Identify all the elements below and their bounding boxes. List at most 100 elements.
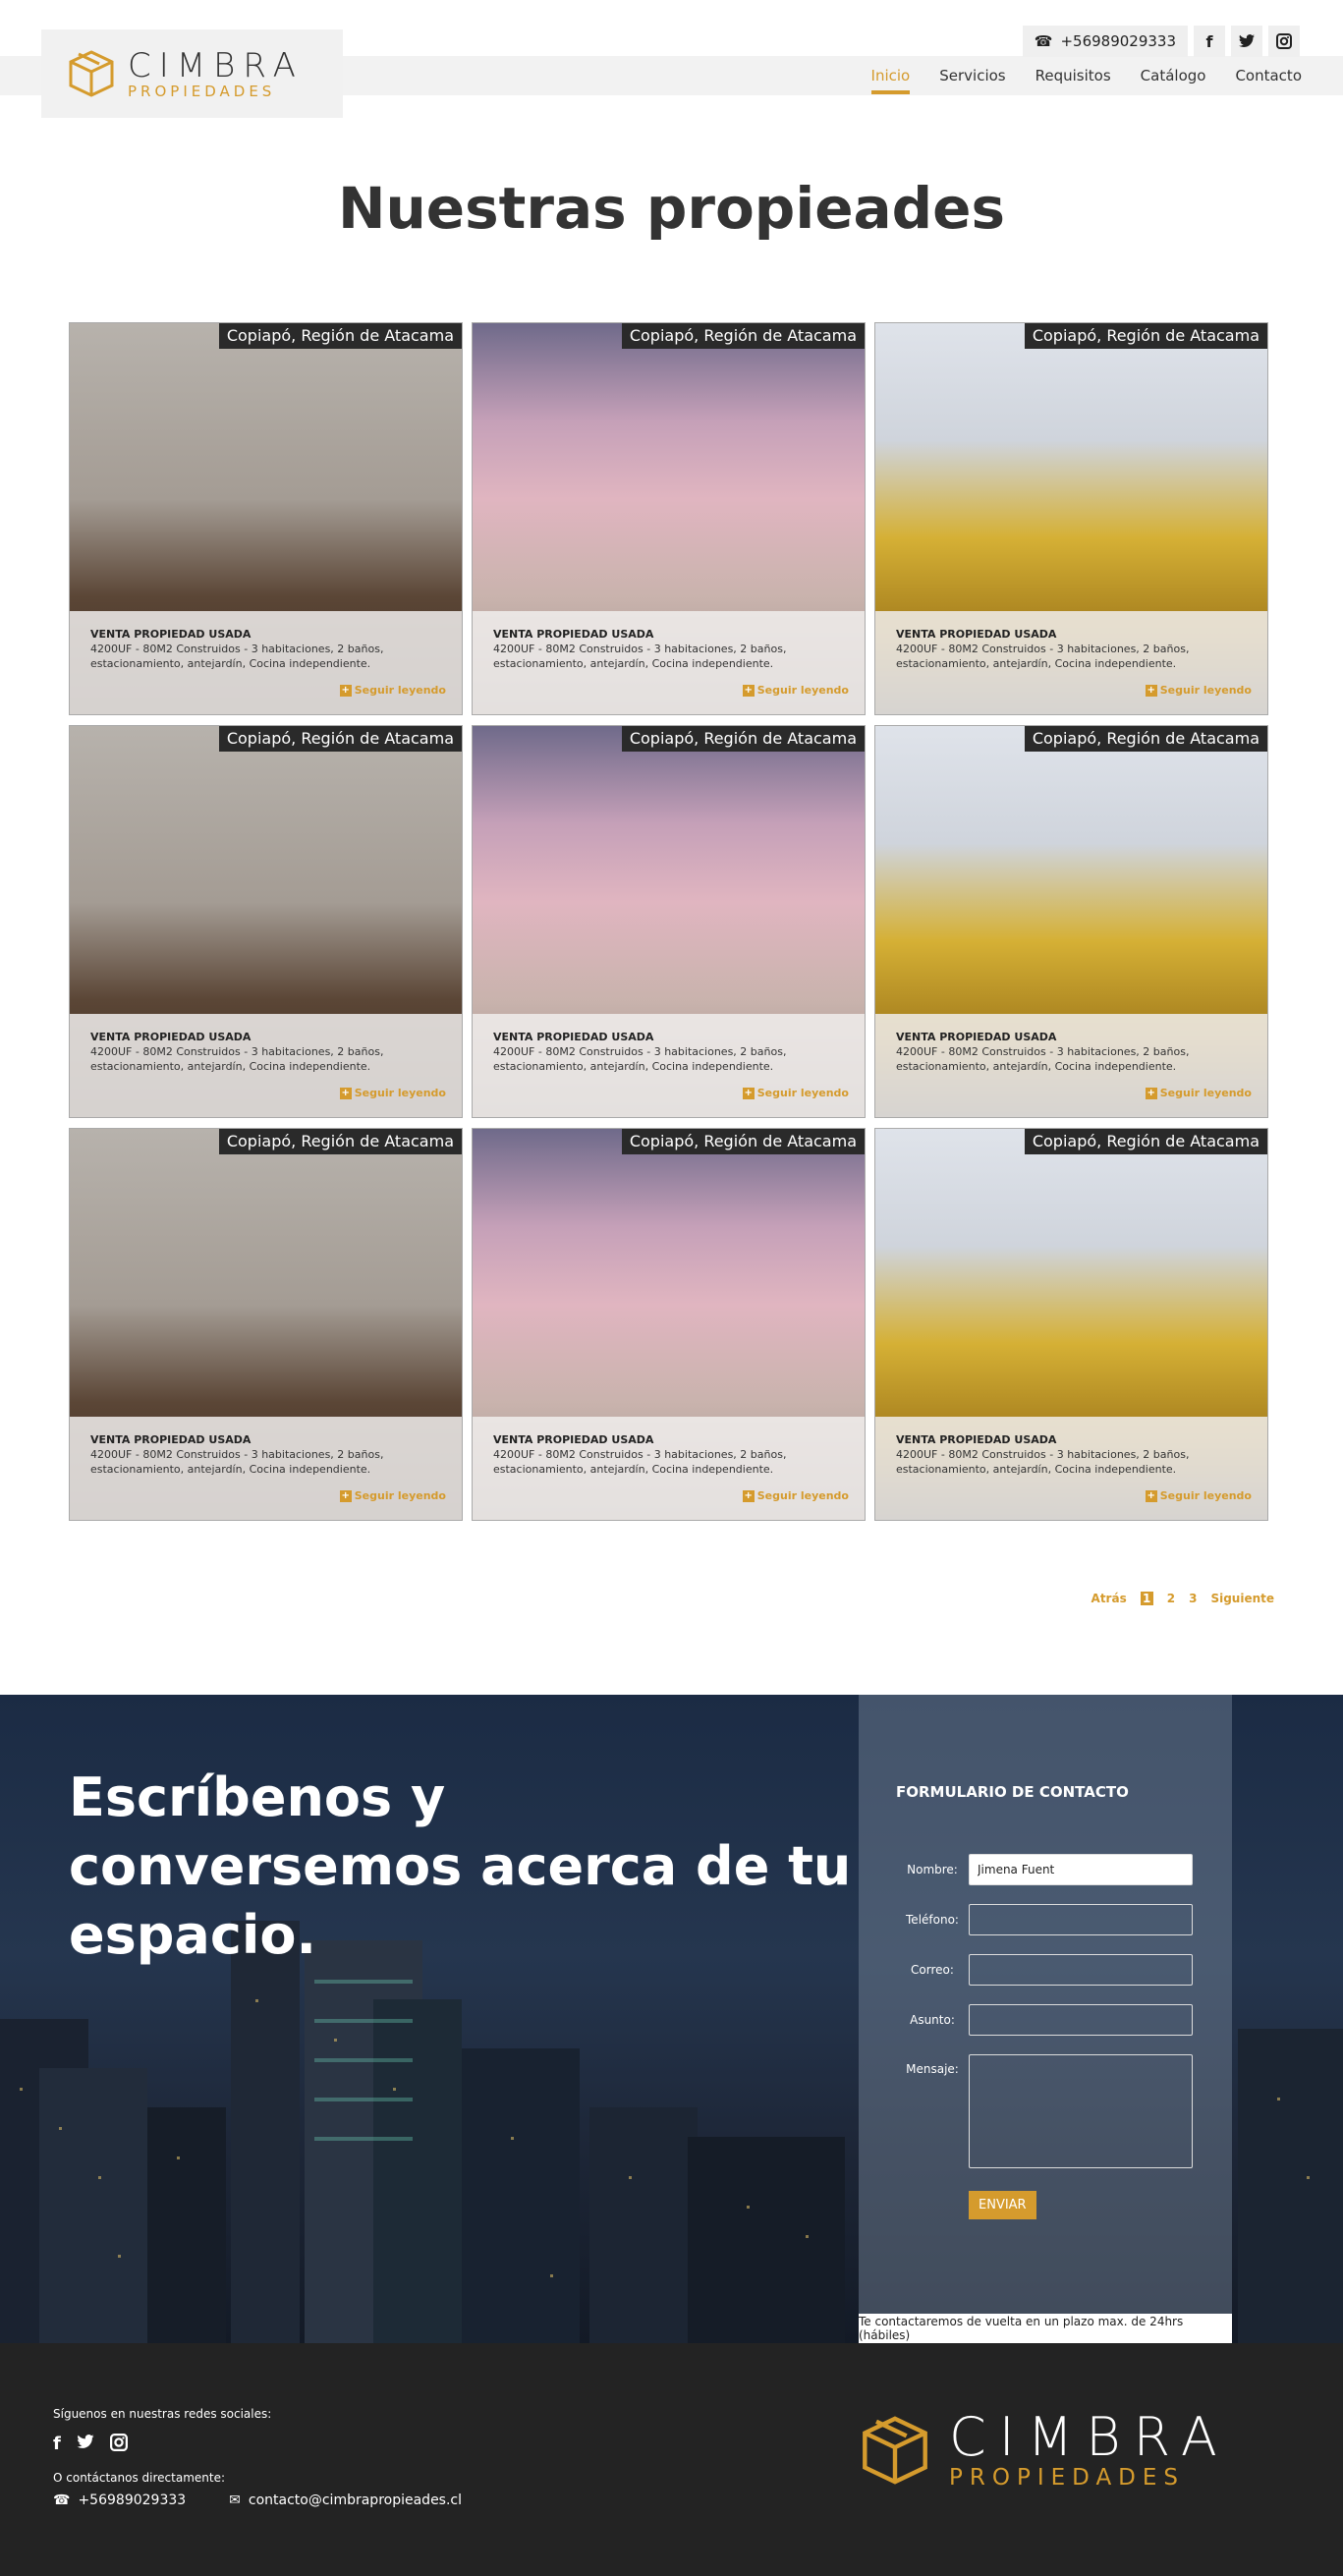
instagram-icon[interactable]	[1268, 26, 1300, 57]
pager-page-1[interactable]: 1	[1140, 1592, 1153, 1605]
header-phone-text: +56989029333	[1060, 32, 1176, 50]
logo-box-icon	[69, 50, 114, 97]
pager-prev[interactable]: Atrás	[1091, 1592, 1127, 1605]
read-more-link[interactable]: + Seguir leyendo	[1145, 1087, 1252, 1099]
direct-contact-text: O contáctanos directamente:	[53, 2471, 226, 2485]
read-more-link[interactable]: + Seguir leyendo	[339, 1087, 446, 1099]
property-card[interactable]: Copiapó, Región de Atacama VENTA PROPIED…	[472, 725, 866, 1118]
property-description: 4200UF - 80M2 Construidos - 3 habitacion…	[493, 1045, 787, 1073]
footer-contacts: ☎ +56989029333 ✉ contacto@cimbrapropiead…	[53, 2492, 462, 2508]
main-nav: Inicio Servicios Requisitos Catálogo Con…	[870, 67, 1302, 94]
phone-icon: ☎	[1034, 32, 1053, 50]
read-more-label: Seguir leyendo	[756, 1087, 849, 1099]
send-button[interactable]: ENVIAR	[969, 2191, 1036, 2219]
property-type: VENTA PROPIEDAD USADA	[896, 1031, 1057, 1043]
property-type: VENTA PROPIEDAD USADA	[90, 1433, 252, 1446]
property-description: 4200UF - 80M2 Construidos - 3 habitacion…	[896, 643, 1190, 670]
read-more-label: Seguir leyendo	[354, 1489, 446, 1502]
contact-headline: Escríbenos y conversemos acerca de tu es…	[69, 1766, 852, 1966]
footer-logo[interactable]: CIMBRA PROPIEDADES	[859, 2410, 1230, 2491]
plus-icon: +	[742, 684, 755, 697]
property-card[interactable]: Copiapó, Región de Atacama VENTA PROPIED…	[874, 725, 1268, 1118]
mail-icon: ✉	[229, 2492, 241, 2508]
logo-sub-text: PROPIEDADES	[128, 83, 276, 100]
property-description: 4200UF - 80M2 Construidos - 3 habitacion…	[493, 1448, 787, 1476]
property-location: Copiapó, Región de Atacama	[1024, 323, 1267, 349]
property-location: Copiapó, Región de Atacama	[218, 323, 462, 349]
email-field[interactable]	[969, 1954, 1193, 1986]
phone-row: Teléfono:	[896, 1904, 1210, 1935]
nav-item-inicio[interactable]: Inicio	[870, 67, 911, 94]
instagram-icon[interactable]	[109, 2434, 128, 2456]
phone-label: Teléfono:	[906, 1913, 959, 1927]
read-more-label: Seguir leyendo	[354, 1087, 446, 1099]
nav-item-requisitos[interactable]: Requisitos	[1035, 67, 1111, 94]
property-description: 4200UF - 80M2 Construidos - 3 habitacion…	[896, 1448, 1190, 1476]
header-phone[interactable]: ☎ +56989029333	[1022, 26, 1188, 57]
footer-email[interactable]: ✉ contacto@cimbrapropieades.cl	[229, 2492, 462, 2508]
footer-phone-text: +56989029333	[78, 2492, 187, 2508]
property-location: Copiapó, Región de Atacama	[1024, 726, 1267, 752]
name-field[interactable]	[969, 1854, 1193, 1885]
pager-page-2[interactable]: 2	[1167, 1592, 1175, 1605]
property-location: Copiapó, Región de Atacama	[218, 1129, 462, 1154]
footer: Síguenos en nuestras redes sociales: f O…	[0, 2343, 1343, 2576]
property-location: Copiapó, Región de Atacama	[1024, 1129, 1267, 1154]
read-more-link[interactable]: + Seguir leyendo	[339, 684, 446, 697]
phone-icon: ☎	[53, 2492, 71, 2508]
page-title: Nuestras propieades	[337, 175, 1006, 242]
logo-box-icon	[863, 2416, 927, 2485]
property-info: VENTA PROPIEDAD USADA 4200UF - 80M2 Cons…	[473, 1014, 865, 1117]
property-info: VENTA PROPIEDAD USADA 4200UF - 80M2 Cons…	[875, 611, 1267, 714]
property-type: VENTA PROPIEDAD USADA	[493, 1031, 654, 1043]
property-card[interactable]: Copiapó, Región de Atacama VENTA PROPIED…	[69, 322, 463, 715]
property-card[interactable]: Copiapó, Región de Atacama VENTA PROPIED…	[69, 1128, 463, 1521]
pager-page-3[interactable]: 3	[1189, 1592, 1197, 1605]
read-more-link[interactable]: + Seguir leyendo	[742, 1087, 849, 1099]
plus-icon: +	[1145, 1087, 1157, 1099]
property-card[interactable]: Copiapó, Región de Atacama VENTA PROPIED…	[472, 1128, 866, 1521]
read-more-link[interactable]: + Seguir leyendo	[742, 1489, 849, 1502]
message-label: Mensaje:	[906, 2062, 959, 2076]
property-card[interactable]: Copiapó, Región de Atacama VENTA PROPIED…	[472, 322, 866, 715]
read-more-link[interactable]: + Seguir leyendo	[1145, 1489, 1252, 1502]
read-more-label: Seguir leyendo	[354, 684, 446, 697]
property-type: VENTA PROPIEDAD USADA	[90, 628, 252, 641]
plus-icon: +	[742, 1489, 755, 1502]
nav-item-contacto[interactable]: Contacto	[1235, 67, 1302, 94]
property-card[interactable]: Copiapó, Región de Atacama VENTA PROPIED…	[69, 725, 463, 1118]
property-description: 4200UF - 80M2 Construidos - 3 habitacion…	[90, 1045, 384, 1073]
read-more-label: Seguir leyendo	[756, 684, 849, 697]
response-time-note: Te contactaremos de vuelta en un plazo m…	[859, 2314, 1232, 2343]
message-field[interactable]	[969, 2054, 1193, 2168]
read-more-link[interactable]: + Seguir leyendo	[339, 1489, 446, 1502]
twitter-icon[interactable]	[77, 2434, 94, 2456]
subject-field[interactable]	[969, 2004, 1193, 2036]
property-type: VENTA PROPIEDAD USADA	[493, 1433, 654, 1446]
facebook-icon[interactable]: f	[53, 2434, 61, 2456]
property-description: 4200UF - 80M2 Construidos - 3 habitacion…	[896, 1045, 1190, 1073]
header-logo[interactable]: CIMBRA PROPIEDADES	[41, 29, 343, 118]
properties-grid: Copiapó, Región de Atacama VENTA PROPIED…	[69, 322, 1269, 1521]
email-row: Correo:	[896, 1954, 1210, 1986]
property-info: VENTA PROPIEDAD USADA 4200UF - 80M2 Cons…	[473, 611, 865, 714]
property-card[interactable]: Copiapó, Región de Atacama VENTA PROPIED…	[874, 322, 1268, 715]
property-info: VENTA PROPIEDAD USADA 4200UF - 80M2 Cons…	[875, 1014, 1267, 1117]
read-more-link[interactable]: + Seguir leyendo	[742, 684, 849, 697]
read-more-link[interactable]: + Seguir leyendo	[1145, 684, 1252, 697]
twitter-icon[interactable]	[1231, 26, 1262, 57]
nav-item-servicios[interactable]: Servicios	[939, 67, 1005, 94]
logo-main-text: CIMBRA	[128, 46, 304, 85]
footer-phone[interactable]: ☎ +56989029333	[53, 2492, 186, 2508]
plus-icon: +	[339, 1489, 352, 1502]
message-row: Mensaje:	[896, 2054, 1210, 2168]
phone-field[interactable]	[969, 1904, 1193, 1935]
subject-row: Asunto:	[896, 2004, 1210, 2036]
nav-item-catalogo[interactable]: Catálogo	[1141, 67, 1206, 94]
facebook-icon[interactable]: f	[1194, 26, 1225, 57]
pager-next[interactable]: Siguiente	[1210, 1592, 1274, 1605]
property-info: VENTA PROPIEDAD USADA 4200UF - 80M2 Cons…	[875, 1417, 1267, 1520]
property-card[interactable]: Copiapó, Región de Atacama VENTA PROPIED…	[874, 1128, 1268, 1521]
form-title: FORMULARIO DE CONTACTO	[896, 1783, 1129, 1801]
property-location: Copiapó, Región de Atacama	[621, 1129, 865, 1154]
